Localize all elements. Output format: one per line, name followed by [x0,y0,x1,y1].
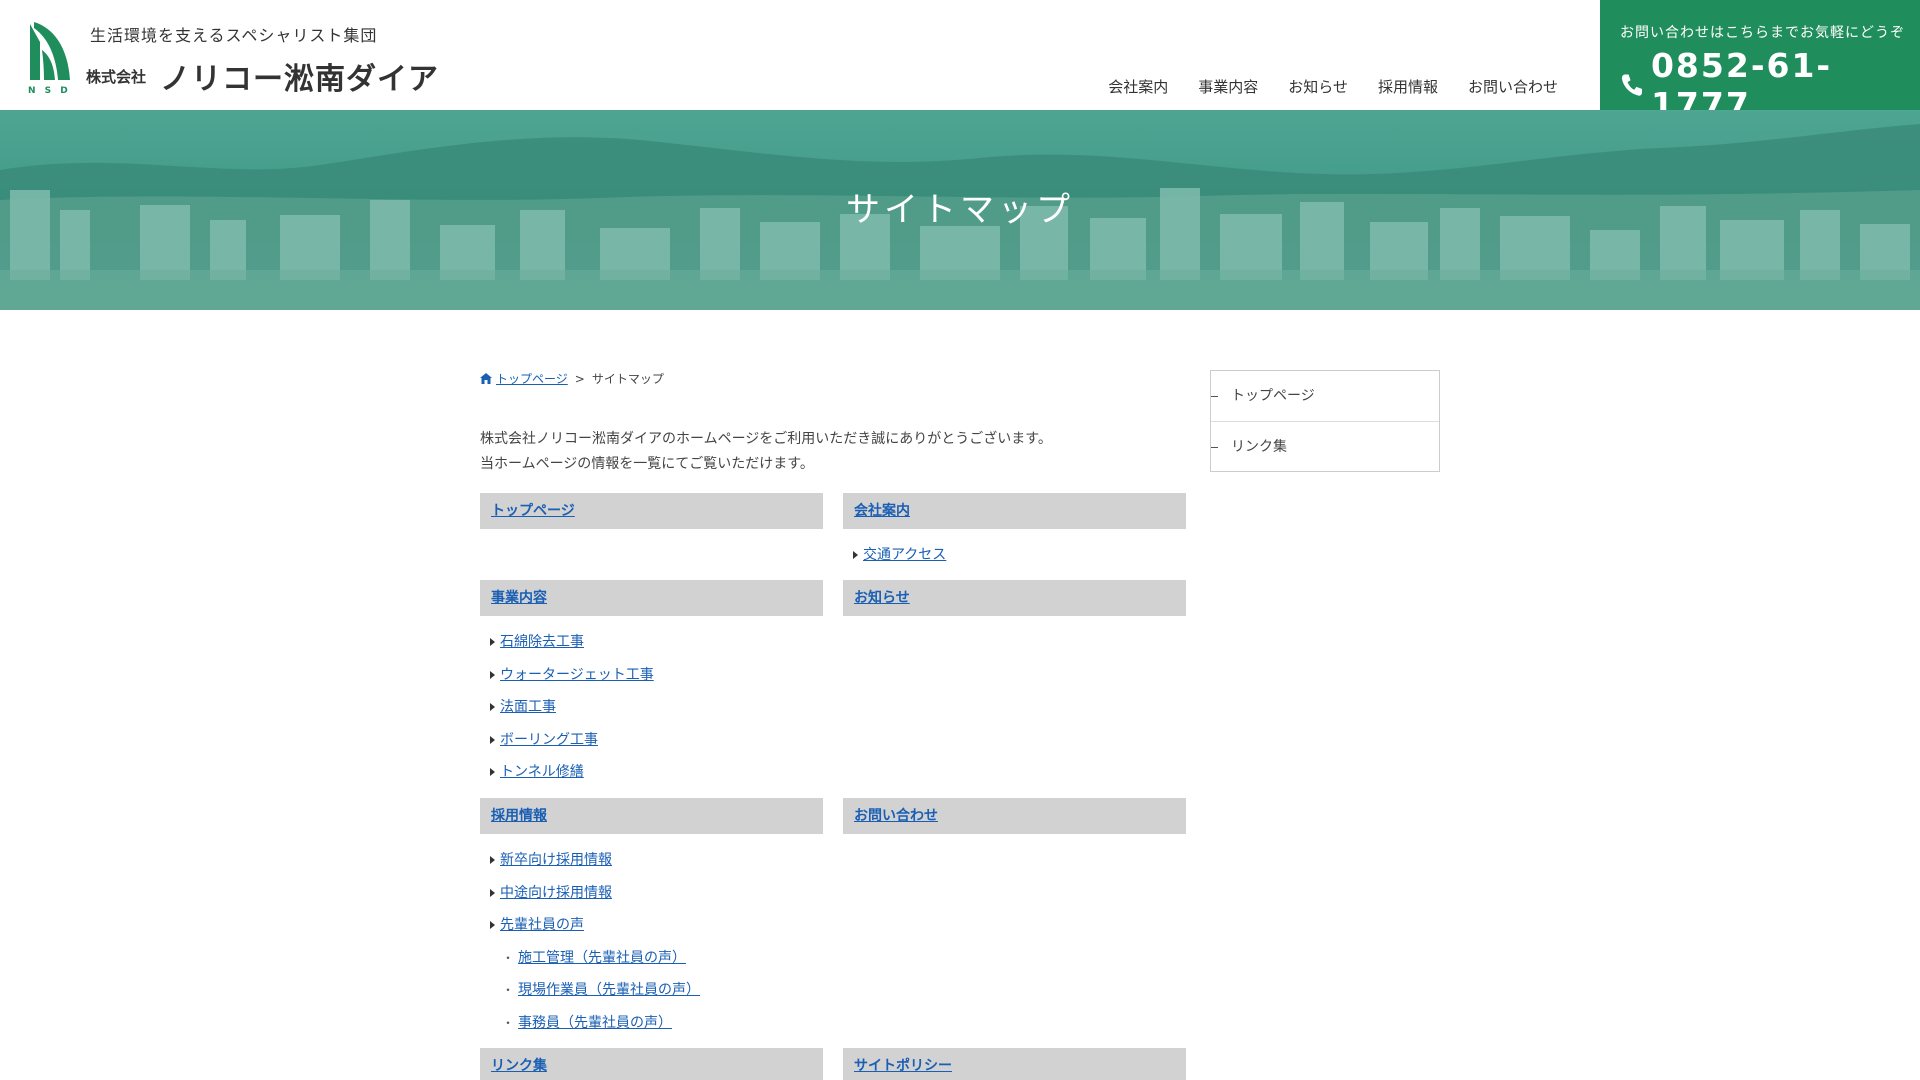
sitemap-link-boring[interactable]: ボーリング工事 [500,732,598,748]
nav-business[interactable]: 事業内容 [1198,76,1258,97]
logo-tagline: 生活環境を支えるスペシャリスト集団 [90,26,378,45]
sitemap-link-news[interactable]: お知らせ [854,590,910,606]
side-nav-item-top[interactable]: トップページ [1211,371,1439,421]
side-nav: トップページ リンク集 [1210,370,1440,472]
list-item: 施工管理（先輩社員の声） [480,942,823,975]
breadcrumb: トップページ > サイトマップ [480,370,1185,387]
sitemap-link-recruit[interactable]: 採用情報 [491,808,547,824]
breadcrumb-home[interactable]: トップページ [496,370,568,387]
list-item: 交通アクセス [843,539,1186,572]
hero-banner: サイトマップ [0,110,1920,310]
contact-note: お問い合わせはこちらまでお気軽にどうぞ [1620,25,1905,41]
sitemap-policy: サイトポリシー [843,1048,1186,1080]
nav-news[interactable]: お知らせ [1288,76,1348,97]
page-title: サイトマップ [846,190,1074,230]
company-prefix: 株式会社 [86,68,147,86]
sitemap-link-company[interactable]: 会社案内 [854,503,910,519]
list-item: 石綿除去工事 [480,626,823,659]
contact-box[interactable]: お問い合わせはこちらまでお気軽にどうぞ 0852-61-1777 [1600,0,1920,124]
sitemap-links: リンク集 [480,1048,823,1080]
company-name[interactable]: ノリコー淞南ダイア [160,54,439,98]
sitemap-link-slope[interactable]: 法面工事 [500,699,556,715]
list-item: 法面工事 [480,691,823,724]
global-nav: 会社案内 事業内容 お知らせ 採用情報 お問い合わせ [1108,76,1558,97]
site-header: N S D 生活環境を支えるスペシャリスト集団 株式会社 ノリコー淞南ダイア 会… [0,0,1920,124]
nsd-logo[interactable] [28,20,74,96]
sitemap-company: 会社案内 交通アクセス [843,493,1186,572]
sitemap-link-asbestos[interactable]: 石綿除去工事 [500,634,584,650]
side-nav-item-links[interactable]: リンク集 [1211,421,1439,471]
sitemap-link-voices[interactable]: 先輩社員の声 [500,917,584,933]
sitemap-link-business[interactable]: 事業内容 [491,590,547,606]
main-content: トップページ > サイトマップ 株式会社ノリコー淞南ダイアのホームページをご利用… [480,370,1186,1080]
sitemap-link-waterjet[interactable]: ウォータージェット工事 [500,667,654,683]
nav-company[interactable]: 会社案内 [1108,76,1168,97]
sitemap-contact: お問い合わせ [843,798,1186,834]
home-icon [480,373,492,384]
sitemap-recruit: 採用情報 新卒向け採用情報 中途向け採用情報 先輩社員の声 施工管理（先輩社員の… [480,798,823,1039]
list-item: 中途向け採用情報 [480,877,823,910]
nav-contact[interactable]: お問い合わせ [1468,76,1558,97]
sitemap-news: お知らせ [843,580,1186,616]
sitemap-link-contact[interactable]: お問い合わせ [854,808,938,824]
list-item: 新卒向け採用情報 [480,844,823,877]
sitemap-link-new-grad[interactable]: 新卒向け採用情報 [500,852,612,868]
sitemap-business: 事業内容 石綿除去工事 ウォータージェット工事 法面工事 ボーリング工事 トンネ… [480,580,823,789]
logo-letters: N S D [28,86,71,96]
sitemap-link-policy[interactable]: サイトポリシー [854,1058,952,1074]
list-item: 先輩社員の声 [480,909,823,942]
sitemap-link-access[interactable]: 交通アクセス [863,547,946,563]
nav-recruit[interactable]: 採用情報 [1378,76,1438,97]
sitemap-link-voice-office[interactable]: 事務員（先輩社員の声） [518,1015,672,1031]
sitemap-link-voice-construction[interactable]: 施工管理（先輩社員の声） [518,950,686,966]
sitemap-top: トップページ [480,493,823,529]
breadcrumb-separator: > [574,371,585,386]
sitemap-link-top[interactable]: トップページ [491,503,575,519]
list-item: ウォータージェット工事 [480,659,823,692]
list-item: 事務員（先輩社員の声） [480,1007,823,1040]
sitemap-link-links[interactable]: リンク集 [491,1058,547,1074]
intro-text: 株式会社ノリコー淞南ダイアのホームページをご利用いただき誠にありがとうございます… [480,427,1185,477]
sitemap-link-voice-field[interactable]: 現場作業員（先輩社員の声） [518,982,700,998]
sitemap-link-tunnel[interactable]: トンネル修繕 [500,764,584,780]
phone-icon [1621,74,1643,96]
intro-line-2: 当ホームページの情報を一覧にてご覧いただけます。 [480,456,814,472]
breadcrumb-current: サイトマップ [591,372,664,386]
intro-line-1: 株式会社ノリコー淞南ダイアのホームページをご利用いただき誠にありがとうございます… [480,431,1052,447]
list-item: ボーリング工事 [480,724,823,757]
list-item: 現場作業員（先輩社員の声） [480,974,823,1007]
sitemap-link-mid-career[interactable]: 中途向け採用情報 [500,885,612,901]
list-item: トンネル修繕 [480,756,823,789]
